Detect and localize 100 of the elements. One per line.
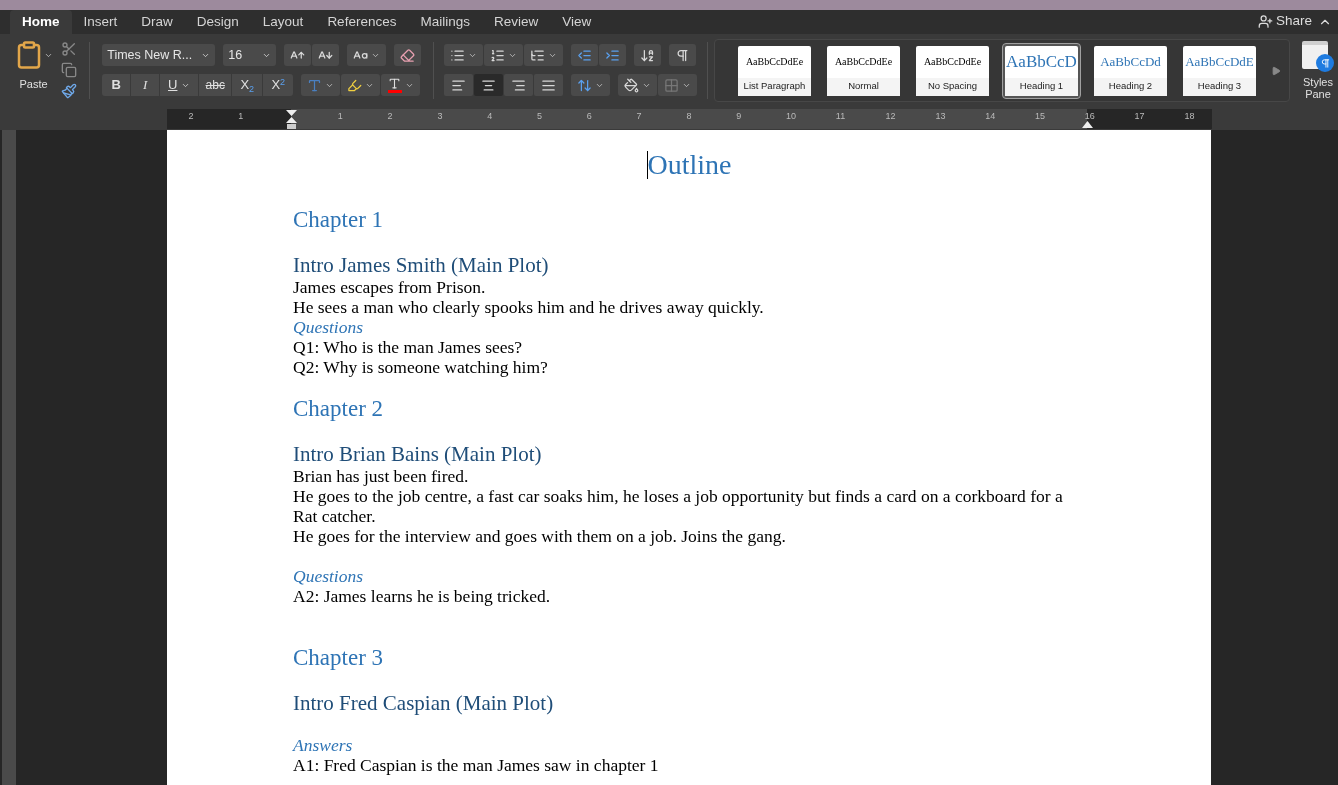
change-case-button[interactable] [347,44,387,66]
borders-icon [664,77,680,93]
italic-button[interactable]: I [131,74,160,96]
ribbon-tab[interactable]: Review [481,10,551,34]
align-button[interactable] [504,74,534,96]
paintbrush-icon[interactable] [61,83,77,99]
body-paragraph: A2: James learns he is being tricked. [293,586,552,606]
strikethrough-button[interactable]: abc [199,74,232,96]
more-styles-icon[interactable] [1271,65,1281,76]
ribbon-tab[interactable]: Layout [250,10,316,34]
ribbon-tab[interactable]: References [315,10,409,34]
italic-subheading: Answers [293,735,354,755]
section-heading: Intro Brian Bains (Main Plot) [293,441,543,466]
share-button[interactable]: Share [1257,10,1312,32]
style-sample: AaBbCcDd [1094,45,1167,78]
style-card[interactable]: AaBbCcDdEe No Spacing [913,42,992,99]
ribbon-tab[interactable]: Design [184,10,251,34]
bullets-button[interactable] [444,44,484,66]
section-heading: Intro Fred Caspian (Main Plot) [293,690,555,715]
align-icon [451,77,467,93]
ruler-number: 14 [985,110,996,123]
font-size-dropdown[interactable]: 16 [223,44,277,66]
body-paragraph: Brian has just been fired. [293,466,470,486]
align-button[interactable] [534,74,564,96]
multilevel-list-button[interactable] [524,44,564,66]
align-button[interactable] [444,74,474,96]
font-color-icon [387,77,403,93]
indent-marker-icon [286,110,297,129]
superscript-button[interactable]: X$^{2}$ [263,74,294,96]
body-paragraph: A1: Fred Caspian is the man James saw in chapter 1 [293,755,660,775]
paste-button[interactable]: Paste [14,40,53,93]
style-card[interactable]: AaBbCcD Heading 1 [1002,42,1081,99]
style-sample: AaBbCcDdE [1183,45,1256,78]
align-icon [511,77,527,93]
font-color-button[interactable] [381,74,421,96]
numbering-icon [490,47,506,63]
chapter-heading: Chapter 3 [293,644,385,671]
body-paragraph: Q2: Why is someone watching him? [293,357,549,377]
ruler-number: 16 [1084,110,1095,123]
copy-icon[interactable] [61,62,77,78]
body-paragraph: James escapes from Prison. [293,277,487,297]
increase-indent-button[interactable] [599,44,627,66]
shading-button[interactable] [618,74,658,96]
ribbon-tab[interactable]: Draw [129,10,185,34]
ruler-number: 17 [1134,110,1145,123]
pilcrow-button[interactable] [669,44,697,66]
styles-pane-icon [1302,41,1334,72]
align-button[interactable] [474,74,504,96]
grow-font-button[interactable] [284,44,312,66]
font-name-dropdown[interactable]: Times New R... [102,44,216,66]
style-sample: AaBbCcD [1005,45,1078,78]
sort-icon [640,47,656,63]
ruler-number: 1 [238,110,244,123]
shrink-font-button[interactable] [312,44,340,66]
ruler-number: 11 [835,110,846,123]
numbering-button[interactable] [484,44,524,66]
align-icon [541,77,557,93]
document-title: Outline [647,148,732,182]
text-cursor [646,151,648,179]
chapter-heading: Chapter 2 [293,395,385,422]
ruler-number: 5 [537,110,542,123]
italic-subheading: Questions [293,317,364,337]
style-card[interactable]: AaBbCcDdEe List Paragraph [735,42,814,99]
ruler-number: 1 [337,110,343,123]
clear-formatting-icon [400,47,416,63]
decrease-indent-icon [577,47,593,63]
style-card[interactable]: AaBbCcDd Heading 2 [1091,42,1170,99]
font-size: 16 [228,46,243,64]
text-effects-button[interactable] [301,74,341,96]
ribbon-tab[interactable]: Home [10,10,72,34]
underline-button[interactable]: U [160,74,199,96]
style-sample: AaBbCcDdEe [827,45,900,78]
text-effects-icon [307,77,323,93]
decrease-indent-button[interactable] [571,44,599,66]
section-heading: Intro James Smith (Main Plot) [293,252,550,277]
clear-formatting-button[interactable] [394,44,422,66]
pilcrow-icon [675,47,691,63]
sort-button[interactable] [634,44,662,66]
body-paragraph: He sees a man who clearly spooks him and he drives away quickly. [293,297,765,317]
bold-button[interactable]: B [102,74,131,96]
bullets-icon [450,47,466,63]
body-paragraph: He goes for the interview and goes with them on a job. Joins the gang. [293,526,787,546]
style-card[interactable]: AaBbCcDdE Heading 3 [1180,42,1259,99]
ruler-number: 2 [387,110,393,123]
line-spacing-button[interactable] [571,74,611,96]
styles-pane-button[interactable]: Styles Pane [1298,34,1338,107]
ruler-number: 7 [636,110,642,123]
increase-indent-icon [605,47,621,63]
scissors-icon[interactable] [61,41,77,57]
ribbon-tab[interactable]: Mailings [408,10,482,34]
subscript-button[interactable]: X$_{2}$ [232,74,263,96]
style-card[interactable]: AaBbCcDdEe Normal [824,42,903,99]
ribbon-tab[interactable]: View [550,10,604,34]
ruler-number: 18 [1184,110,1195,123]
right-indent-marker-icon [1082,121,1093,128]
highlight-button[interactable] [341,74,381,96]
ruler-number: 4 [487,110,493,123]
ruler-number: 3 [437,110,443,123]
shading-icon [624,77,640,93]
ribbon-tab[interactable]: Insert [71,10,130,34]
